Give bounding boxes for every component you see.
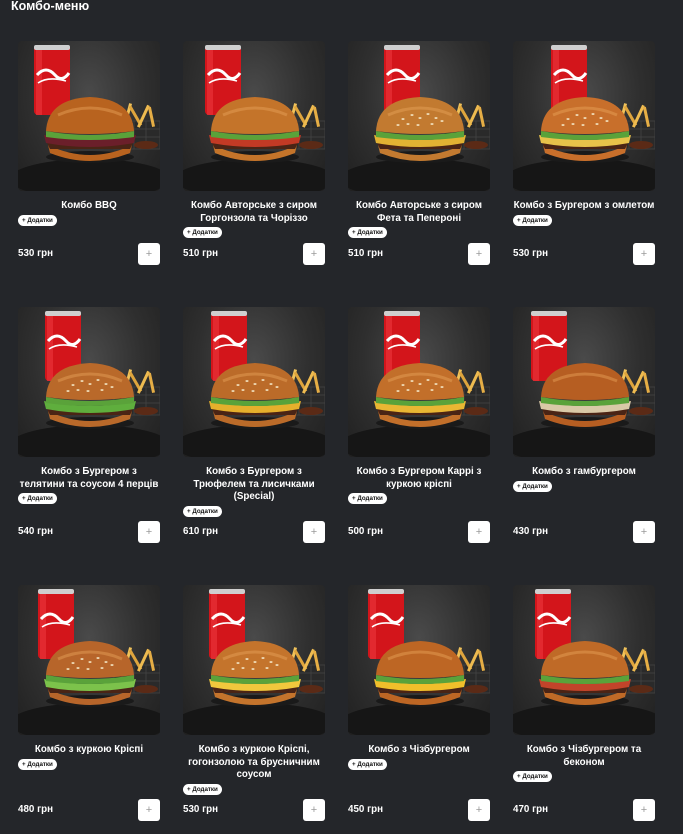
combo-photo[interactable] — [348, 307, 490, 457]
burger-icon — [539, 363, 631, 429]
combo-card[interactable]: Комбо з Бургером з омлетом + Додатки 530 г… — [513, 41, 655, 274]
addons-button[interactable]: + Додатки — [513, 214, 552, 226]
add-to-cart-button[interactable]: + — [468, 521, 490, 543]
add-to-cart-button[interactable]: + — [138, 521, 160, 543]
combo-price: 510 грн — [183, 248, 219, 259]
addons-button[interactable]: + Додатки — [183, 505, 222, 517]
burger-icon — [374, 97, 466, 163]
add-to-cart-button[interactable]: + — [303, 799, 325, 821]
add-to-cart-button[interactable]: + — [138, 243, 160, 265]
plus-icon: + — [640, 525, 648, 538]
combo-name: Комбо з Бургером Каррі з куркою кріспі — [356, 466, 482, 490]
burger-icon — [374, 363, 466, 429]
combo-price: 510 грн — [348, 248, 384, 259]
combo-name: Комбо з Бургером з омлетом — [513, 200, 655, 211]
add-to-cart-button[interactable]: + — [633, 521, 655, 543]
combo-card[interactable]: Комбо BBQ + Додатки 530 грн + — [18, 41, 160, 274]
plus-icon: + — [475, 803, 483, 816]
burger-icon — [374, 641, 466, 707]
plus-icon: + — [310, 247, 318, 260]
combo-photo[interactable] — [348, 41, 490, 191]
combo-photo[interactable] — [513, 585, 655, 735]
add-to-cart-button[interactable]: + — [303, 521, 325, 543]
addons-button[interactable]: + Додатки — [348, 758, 387, 770]
plus-icon: + — [475, 247, 483, 260]
burger-icon — [209, 363, 301, 429]
add-to-cart-button[interactable]: + — [468, 243, 490, 265]
combo-name: Комбо з гамбургером — [532, 466, 636, 477]
combo-card[interactable]: Комбо з Чізбургером та беконом + Додатки 4… — [513, 585, 655, 830]
combo-name: Комбо BBQ — [61, 200, 117, 211]
combo-price: 530 грн — [513, 248, 549, 259]
plus-icon: + — [145, 525, 153, 538]
plus-icon: + — [640, 803, 648, 816]
addons-button[interactable]: + Додатки — [348, 493, 387, 504]
combo-photo[interactable] — [18, 41, 160, 191]
add-to-cart-button[interactable]: + — [633, 799, 655, 821]
combo-photo[interactable] — [183, 41, 325, 191]
plus-icon: + — [640, 247, 648, 260]
plus-icon: + — [310, 803, 318, 816]
combo-name: Комбо з куркою Кріспі — [34, 744, 144, 755]
combo-name: Комбо з Чізбургером та беконом — [526, 744, 642, 768]
plus-icon: + — [145, 803, 153, 816]
combo-photo[interactable] — [18, 307, 160, 457]
combo-name: Комбо з Чізбургером — [368, 744, 470, 755]
combo-card[interactable]: Комбо з гамбургером + Додатки 430 грн + — [513, 307, 655, 552]
combo-price: 530 грн — [18, 248, 54, 259]
burger-icon — [539, 641, 631, 707]
combo-card[interactable]: Комбо з Чізбургером + Додатки 450 грн + — [348, 585, 490, 830]
addons-button[interactable]: + Додатки — [348, 227, 387, 238]
combo-price: 480 грн — [18, 804, 54, 815]
addons-button[interactable]: + Додатки — [183, 227, 222, 238]
addons-button[interactable]: + Додатки — [18, 214, 57, 226]
combo-price: 540 грн — [18, 526, 54, 537]
plus-icon: + — [475, 525, 483, 538]
burger-icon — [44, 363, 136, 429]
combo-name: Комбо з куркою Кріспі, гогонзолою та бру… — [188, 744, 320, 780]
burger-icon — [44, 97, 136, 163]
addons-button[interactable]: + Додатки — [513, 771, 552, 782]
combo-price: 430 грн — [513, 526, 549, 537]
burger-icon — [209, 641, 301, 707]
burger-icon — [209, 97, 301, 163]
combo-price: 470 грн — [513, 804, 549, 815]
combo-photo[interactable] — [348, 585, 490, 735]
combo-card[interactable]: Комбо з Бургером Каррі з куркою кріспі + … — [348, 307, 490, 552]
combo-card[interactable]: Комбо з Бургером з Трюфелем та лисичками… — [183, 307, 325, 552]
combo-card[interactable]: Комбо Авторське з сиром Фета та Пепероні… — [348, 41, 490, 274]
combo-grid: Комбо BBQ + Додатки 530 грн + Комбо Авто… — [0, 0, 683, 834]
combo-card[interactable]: Комбо з куркою Кріспі + Додатки 480 грн + — [18, 585, 160, 830]
combo-name: Комбо Авторське з сиром Горгонзола та Чо… — [190, 200, 317, 224]
addons-button[interactable]: + Додатки — [183, 783, 222, 795]
plus-icon: + — [310, 525, 318, 538]
plus-icon: + — [145, 247, 153, 260]
combo-name: Комбо з Бургером з Трюфелем та лисичками… — [193, 466, 315, 502]
add-to-cart-button[interactable]: + — [468, 799, 490, 821]
combo-price: 500 грн — [348, 526, 384, 537]
combo-card[interactable]: Комбо з куркою Кріспі, гогонзолою та бру… — [183, 585, 325, 830]
burger-icon — [539, 97, 631, 163]
combo-photo[interactable] — [18, 585, 160, 735]
combo-card[interactable]: Комбо Авторське з сиром Горгонзола та Чо… — [183, 41, 325, 274]
combo-price: 530 грн — [183, 804, 219, 815]
combo-photo[interactable] — [513, 307, 655, 457]
combo-photo[interactable] — [183, 307, 325, 457]
combo-photo[interactable] — [513, 41, 655, 191]
addons-button[interactable]: + Додатки — [18, 758, 57, 770]
add-to-cart-button[interactable]: + — [633, 243, 655, 265]
combo-name: Комбо Авторське з сиром Фета та Пепероні — [355, 200, 482, 224]
combo-price: 610 грн — [183, 526, 219, 537]
addons-button[interactable]: + Додатки — [18, 493, 57, 504]
combo-photo[interactable] — [183, 585, 325, 735]
combo-price: 450 грн — [348, 804, 384, 815]
combo-card[interactable]: Комбо з Бургером з телятини та соусом 4 … — [18, 307, 160, 552]
burger-icon — [44, 641, 136, 707]
add-to-cart-button[interactable]: + — [303, 243, 325, 265]
combo-name: Комбо з Бургером з телятини та соусом 4 … — [19, 466, 159, 490]
add-to-cart-button[interactable]: + — [138, 799, 160, 821]
addons-button[interactable]: + Додатки — [513, 480, 552, 492]
